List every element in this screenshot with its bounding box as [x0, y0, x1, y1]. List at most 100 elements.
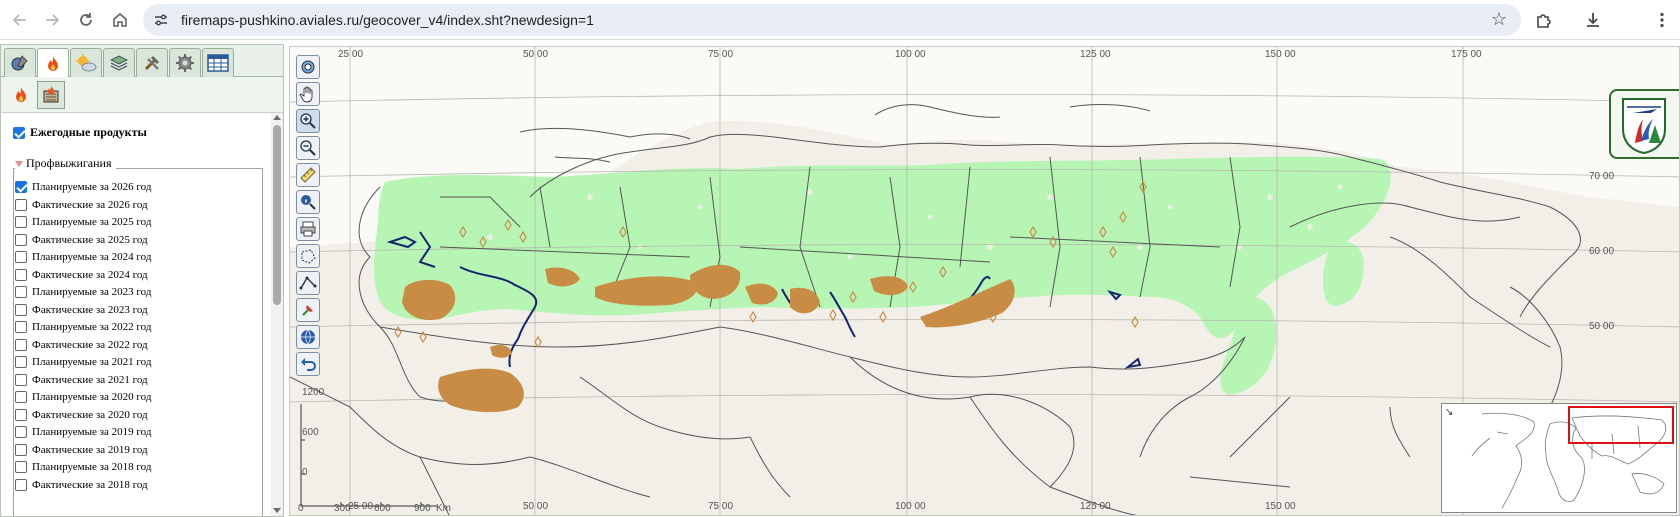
- year-product-item[interactable]: Планируемые за 2025 год: [15, 214, 151, 230]
- annual-products-toggle[interactable]: Ежегодные продукты: [13, 125, 147, 140]
- year-product-label: Фактические за 2019 год: [32, 443, 148, 456]
- zoom-out-icon: [300, 140, 316, 156]
- zoom-out-button[interactable]: [296, 136, 320, 160]
- year-product-label: Фактические за 2026 год: [32, 198, 148, 211]
- tab-base-layers[interactable]: [103, 48, 135, 77]
- year-product-label: Планируемые за 2021 год: [32, 356, 152, 368]
- year-product-item[interactable]: Фактические за 2026 год: [15, 197, 148, 213]
- year-product-checkbox[interactable]: [15, 303, 27, 316]
- year-product-item[interactable]: Фактические за 2020 год: [15, 407, 148, 423]
- year-product-label: Планируемые за 2019 год: [32, 426, 152, 438]
- measure-button[interactable]: [296, 163, 320, 187]
- year-product-checkbox[interactable]: [15, 408, 27, 421]
- year-product-item[interactable]: Планируемые за 2024 год: [15, 249, 151, 265]
- browser-menu-button[interactable]: [1648, 6, 1676, 34]
- tab-table[interactable]: [202, 48, 234, 77]
- tab-fires[interactable]: [37, 48, 69, 78]
- select-area-button[interactable]: [296, 244, 320, 268]
- undo-button[interactable]: [296, 352, 320, 376]
- scroll-up-icon[interactable]: [273, 115, 281, 120]
- home-button[interactable]: [106, 6, 134, 34]
- year-product-item[interactable]: Фактические за 2018 год: [15, 477, 148, 493]
- year-product-checkbox[interactable]: [15, 338, 27, 351]
- bookmark-star-icon[interactable]: ☆: [1491, 9, 1507, 30]
- year-product-checkbox[interactable]: [15, 216, 27, 228]
- year-product-item[interactable]: Фактические за 2025 год: [15, 232, 148, 248]
- identify-button[interactable]: [296, 190, 320, 214]
- back-button[interactable]: [6, 6, 34, 34]
- annual-products-checkbox[interactable]: [13, 126, 25, 139]
- print-button[interactable]: [296, 217, 320, 241]
- draw-line-button[interactable]: [296, 271, 320, 295]
- year-product-item[interactable]: Фактические за 2019 год: [15, 442, 148, 458]
- year-product-checkbox[interactable]: [15, 478, 27, 491]
- url-text[interactable]: firemaps-pushkino.aviales.ru/geocover_v4…: [181, 12, 594, 28]
- pan-button[interactable]: [296, 82, 320, 106]
- forward-button[interactable]: [38, 6, 66, 34]
- weather-icon: [76, 54, 97, 72]
- year-product-item[interactable]: Планируемые за 2020 год: [15, 389, 151, 405]
- year-product-checkbox[interactable]: [15, 373, 27, 386]
- year-product-label: Фактические за 2024 год: [32, 268, 148, 281]
- tab-tools[interactable]: [136, 48, 168, 77]
- year-product-item[interactable]: Фактические за 2024 год: [15, 267, 148, 283]
- year-product-item[interactable]: Фактические за 2021 год: [15, 372, 148, 388]
- site-settings-icon[interactable]: [153, 12, 169, 28]
- add-marker-button[interactable]: [296, 298, 320, 322]
- year-product-item[interactable]: Планируемые за 2026 год: [15, 179, 151, 195]
- year-product-checkbox[interactable]: [15, 426, 27, 438]
- year-product-item[interactable]: Планируемые за 2022 год: [15, 319, 151, 335]
- prescribed-burns-legend[interactable]: Профвыжигания: [15, 156, 116, 171]
- year-product-item[interactable]: Планируемые за 2021 год: [15, 354, 151, 370]
- reload-button[interactable]: [72, 6, 100, 34]
- year-product-checkbox[interactable]: [15, 198, 27, 211]
- avialesookhrana-logo[interactable]: [1609, 89, 1679, 159]
- prescribed-burns-label: Профвыжигания: [26, 156, 112, 170]
- overview-collapse-icon[interactable]: ↘: [1445, 407, 1453, 418]
- year-product-label: Планируемые за 2025 год: [32, 216, 152, 228]
- globe-magnifier-icon: [301, 60, 315, 74]
- overview-extent-box[interactable]: [1568, 406, 1674, 444]
- subtab-archive[interactable]: [37, 81, 65, 109]
- longitude-label: 125 00: [1080, 49, 1111, 60]
- year-product-checkbox[interactable]: [15, 391, 27, 403]
- year-product-checkbox[interactable]: [15, 443, 27, 456]
- year-product-checkbox[interactable]: [15, 356, 27, 368]
- extensions-button[interactable]: [1530, 6, 1558, 34]
- longitude-label: 150 00: [1265, 49, 1296, 60]
- scroll-down-icon[interactable]: [273, 508, 281, 513]
- stacked-layers-icon: [110, 55, 128, 71]
- year-product-label: Планируемые за 2018 год: [32, 461, 152, 473]
- full-extent-button[interactable]: [296, 55, 320, 79]
- year-product-label: Планируемые за 2022 год: [32, 321, 152, 333]
- zoom-in-button[interactable]: [296, 109, 320, 133]
- globe-view-button[interactable]: [296, 325, 320, 349]
- year-product-checkbox[interactable]: [15, 251, 27, 263]
- year-product-checkbox[interactable]: [15, 233, 27, 246]
- tab-settings[interactable]: [169, 48, 201, 77]
- subtab-active-fires[interactable]: [7, 81, 35, 109]
- tab-weather[interactable]: [70, 48, 102, 77]
- overview-map[interactable]: ↘: [1441, 403, 1677, 513]
- collapse-triangle-icon[interactable]: [15, 160, 23, 167]
- address-bar[interactable]: firemaps-pushkino.aviales.ru/geocover_v4…: [143, 4, 1521, 36]
- year-product-item[interactable]: Фактические за 2022 год: [15, 337, 148, 353]
- year-product-checkbox[interactable]: [15, 461, 27, 473]
- year-product-checkbox[interactable]: [15, 286, 27, 298]
- year-product-label: Фактические за 2023 год: [32, 303, 148, 316]
- info-magnifier-icon: [301, 195, 316, 210]
- year-product-item[interactable]: Планируемые за 2019 год: [15, 424, 151, 440]
- year-product-item[interactable]: Фактические за 2023 год: [15, 302, 148, 318]
- scroll-thumb[interactable]: [273, 125, 281, 305]
- year-product-item[interactable]: Планируемые за 2023 год: [15, 284, 151, 300]
- marker-pin-icon: [302, 305, 313, 316]
- year-product-checkbox[interactable]: [15, 268, 27, 281]
- map-canvas[interactable]: 25 00 50 00 75 00 100 00 125 00 150 00 175 00 …: [289, 46, 1680, 516]
- year-product-checkbox[interactable]: [15, 321, 27, 333]
- tab-layers-pen[interactable]: [4, 48, 36, 77]
- forward-arrow-icon: [46, 14, 60, 26]
- panel-scrollbar[interactable]: [271, 113, 283, 516]
- downloads-button[interactable]: [1579, 6, 1607, 34]
- year-product-item[interactable]: Планируемые за 2018 год: [15, 459, 151, 475]
- year-product-checkbox[interactable]: [15, 181, 27, 193]
